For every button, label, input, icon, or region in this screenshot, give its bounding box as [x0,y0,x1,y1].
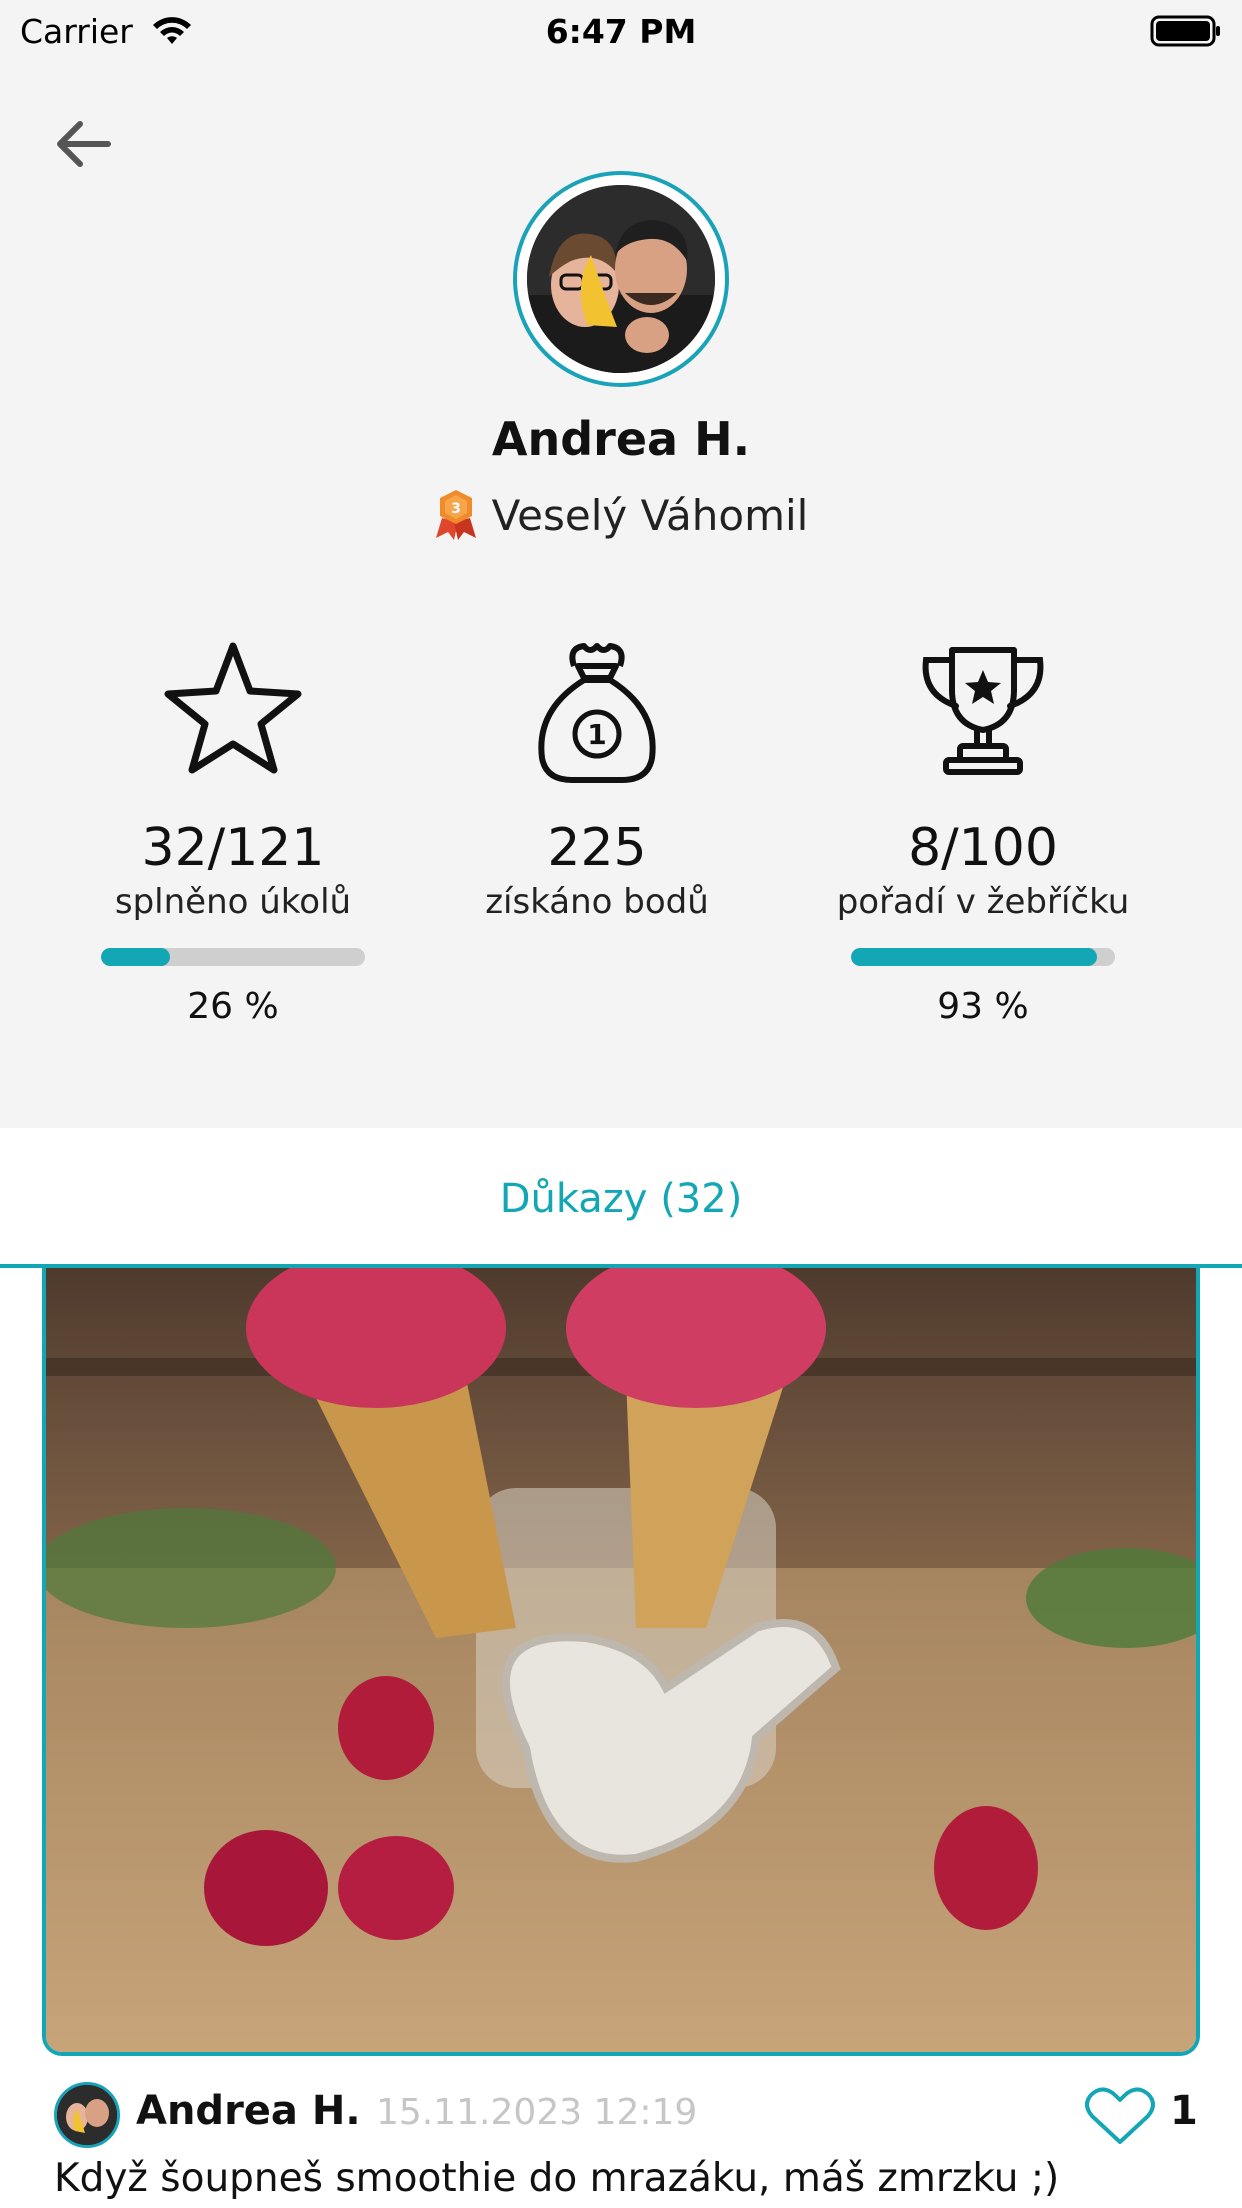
stat-percent: 93 % [937,986,1029,1027]
ranking-progress-bar [851,948,1115,966]
post-photo[interactable] [42,1268,1200,2056]
stat-label: získáno bodů [485,882,709,922]
status-bar: Carrier 6:47 PM [0,0,1242,62]
post-author[interactable]: Andrea H. [136,2088,361,2134]
trophy-icon [922,647,1044,775]
rank-title: Veselý Váhomil [491,491,809,540]
stat-value: 8/100 [908,818,1058,878]
post-meta: Andrea H. 15.11.2023 12:19 1 [54,2080,1204,2150]
post-date: 15.11.2023 12:19 [376,2092,698,2133]
author-avatar[interactable] [54,2082,120,2148]
rank-row: 3 Veselý Váhomil [0,488,1242,540]
post-text: Když šoupneš smoothie do mrazáku, máš zm… [54,2156,1060,2201]
money-bag-icon: 1 [538,643,656,783]
stat-tasks: 32/121 splněno úkolů 26 % [53,636,413,1027]
progress-fill [851,948,1097,966]
tab-proofs[interactable]: Důkazy (32) [0,1176,1242,1222]
tasks-progress-bar [101,948,365,966]
battery-icon [1150,15,1220,47]
svg-text:1: 1 [587,718,606,751]
progress-fill [101,948,170,966]
heart-icon[interactable] [1084,2086,1156,2148]
stat-label: splněno úkolů [114,882,352,922]
clock: 6:47 PM [545,12,697,51]
stat-label: pořadí v žebříčku [836,882,1130,922]
back-arrow-icon[interactable] [48,112,120,176]
avatar-photo [527,185,715,373]
stat-value: 32/121 [141,818,325,878]
profile-avatar [513,171,729,387]
medal-badge-icon: 3 [435,490,476,540]
rank-badge-number: 3 [451,501,461,517]
stat-value: 225 [547,818,647,878]
tab-bar: Důkazy (32) [0,1128,1242,1268]
stat-percent: 26 % [187,986,279,1027]
like-count: 1 [1170,2088,1198,2134]
stat-ranking: 8/100 pořadí v žebříčku 93 % [803,636,1163,1027]
stat-points: 1 225 získáno bodů [417,636,777,922]
star-icon [164,642,302,774]
profile-name: Andrea H. [491,412,751,466]
proofs-feed[interactable]: Andrea H. 15.11.2023 12:19 1 Když šoupne… [0,1268,1242,2208]
